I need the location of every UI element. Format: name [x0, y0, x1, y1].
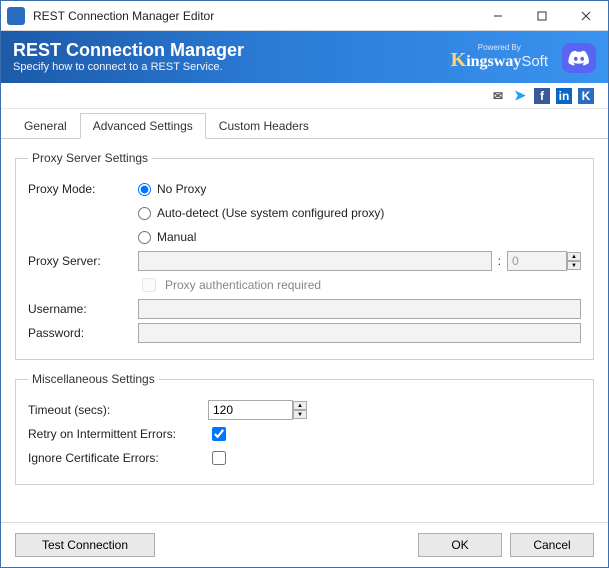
timeout-label: Timeout (secs):	[28, 403, 208, 417]
proxy-username-input[interactable]	[138, 299, 581, 319]
test-connection-button[interactable]: Test Connection	[15, 533, 155, 557]
close-button[interactable]	[564, 1, 608, 31]
proxy-password-label: Password:	[28, 326, 138, 340]
radio-auto-detect-label: Auto-detect (Use system configured proxy…	[157, 206, 384, 220]
port-step-up[interactable]: ▲	[567, 252, 581, 261]
app-icon	[7, 7, 25, 25]
window-title: REST Connection Manager Editor	[33, 9, 476, 23]
discord-icon[interactable]	[562, 43, 596, 73]
proxy-port-input[interactable]	[507, 251, 567, 271]
misc-settings-legend: Miscellaneous Settings	[28, 372, 159, 386]
page-title: REST Connection Manager	[13, 40, 244, 62]
page-subtitle: Specify how to connect to a REST Service…	[13, 61, 244, 74]
proxy-auth-required-checkbox[interactable]	[142, 278, 156, 292]
proxy-auth-required-label: Proxy authentication required	[165, 278, 321, 292]
proxy-settings-legend: Proxy Server Settings	[28, 151, 152, 165]
misc-settings-group: Miscellaneous Settings Timeout (secs): ▲…	[15, 372, 594, 485]
minimize-button[interactable]	[476, 1, 520, 31]
dialog-footer: Test Connection OK Cancel	[1, 522, 608, 567]
tab-content: Proxy Server Settings Proxy Mode: No Pro…	[1, 139, 608, 522]
radio-manual-label: Manual	[157, 230, 196, 244]
radio-no-proxy-input[interactable]	[138, 183, 151, 196]
port-stepper[interactable]: ▲ ▼	[567, 252, 581, 270]
timeout-step-down[interactable]: ▼	[293, 410, 307, 419]
timeout-step-up[interactable]: ▲	[293, 401, 307, 410]
port-separator: :	[498, 254, 501, 268]
mail-icon[interactable]: ✉	[490, 88, 506, 104]
ignore-cert-checkbox[interactable]	[212, 451, 226, 465]
ignore-cert-label: Ignore Certificate Errors:	[28, 451, 208, 465]
linkedin-icon[interactable]: in	[556, 88, 572, 104]
radio-no-proxy[interactable]: No Proxy	[138, 182, 206, 196]
proxy-mode-label: Proxy Mode:	[28, 182, 138, 196]
port-step-down[interactable]: ▼	[567, 261, 581, 270]
proxy-server-label: Proxy Server:	[28, 254, 138, 268]
proxy-password-input[interactable]	[138, 323, 581, 343]
facebook-icon[interactable]: f	[534, 88, 550, 104]
tab-advanced-settings[interactable]: Advanced Settings	[80, 113, 206, 139]
radio-auto-detect-input[interactable]	[138, 207, 151, 220]
timeout-input[interactable]	[208, 400, 293, 420]
proxy-username-label: Username:	[28, 302, 138, 316]
cancel-button[interactable]: Cancel	[510, 533, 594, 557]
titlebar: REST Connection Manager Editor	[1, 1, 608, 31]
tab-strip: General Advanced Settings Custom Headers	[1, 109, 608, 139]
timeout-stepper[interactable]: ▲ ▼	[293, 401, 307, 419]
proxy-server-input[interactable]	[138, 251, 492, 271]
radio-auto-detect[interactable]: Auto-detect (Use system configured proxy…	[138, 206, 384, 220]
radio-manual-input[interactable]	[138, 231, 151, 244]
social-strip: ✉ ➤ f in K	[1, 83, 608, 109]
kingswaysoft-icon[interactable]: K	[578, 88, 594, 104]
tab-custom-headers[interactable]: Custom Headers	[206, 113, 322, 138]
maximize-button[interactable]	[520, 1, 564, 31]
twitter-icon[interactable]: ➤	[512, 88, 528, 104]
brand-logo: Powered By KingswaySoft	[451, 43, 548, 72]
retry-checkbox[interactable]	[212, 427, 226, 441]
ok-button[interactable]: OK	[418, 533, 502, 557]
tab-general[interactable]: General	[11, 113, 80, 138]
radio-no-proxy-label: No Proxy	[157, 182, 206, 196]
retry-label: Retry on Intermittent Errors:	[28, 427, 208, 441]
header-banner: REST Connection Manager Specify how to c…	[1, 31, 608, 83]
proxy-settings-group: Proxy Server Settings Proxy Mode: No Pro…	[15, 151, 594, 360]
radio-manual[interactable]: Manual	[138, 230, 196, 244]
